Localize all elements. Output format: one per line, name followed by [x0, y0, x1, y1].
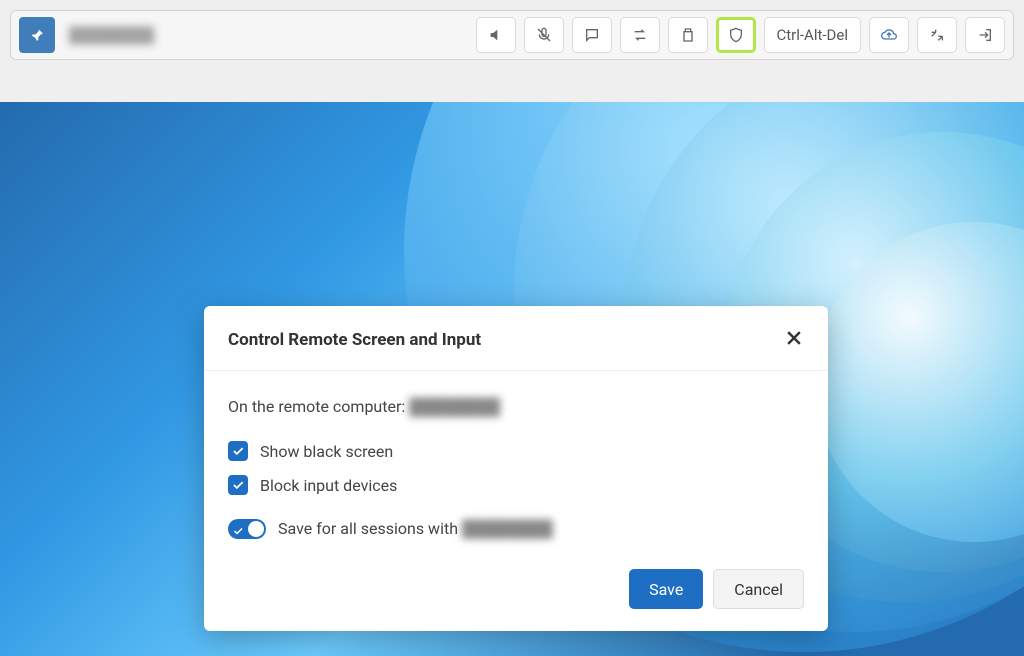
modal-footer: Save Cancel: [204, 551, 828, 631]
check-icon: [231, 478, 245, 492]
remote-computer-name: ████████: [409, 397, 500, 416]
block-input-checkbox[interactable]: [228, 475, 248, 495]
block-input-label: Block input devices: [260, 476, 397, 495]
save-all-sessions-label: Save for all sessions with ████████: [278, 519, 553, 539]
remote-computer-prefix: On the remote computer:: [228, 397, 409, 416]
save-button[interactable]: Save: [629, 569, 703, 609]
modal-header: Control Remote Screen and Input: [204, 306, 828, 371]
block-input-row: Block input devices: [228, 475, 804, 495]
close-button[interactable]: [784, 328, 804, 352]
save-all-sessions-toggle[interactable]: [228, 519, 266, 539]
cancel-button[interactable]: Cancel: [713, 569, 804, 609]
remote-computer-line: On the remote computer: ████████: [228, 397, 804, 417]
show-black-screen-row: Show black screen: [228, 441, 804, 461]
show-black-screen-label: Show black screen: [260, 442, 393, 461]
app-root: ████████ Ctrl-Alt-Del: [0, 0, 1024, 656]
save-all-target-name: ████████: [462, 519, 553, 538]
show-black-screen-checkbox[interactable]: [228, 441, 248, 461]
save-all-sessions-row: Save for all sessions with ████████: [228, 519, 804, 539]
modal-body: On the remote computer: ████████ Show bl…: [204, 371, 828, 551]
check-icon: [232, 525, 244, 537]
modal-title: Control Remote Screen and Input: [228, 330, 481, 350]
control-screen-modal: Control Remote Screen and Input On the r…: [204, 306, 828, 631]
close-icon: [784, 328, 804, 348]
save-all-prefix: Save for all sessions with: [278, 519, 462, 538]
check-icon: [231, 444, 245, 458]
